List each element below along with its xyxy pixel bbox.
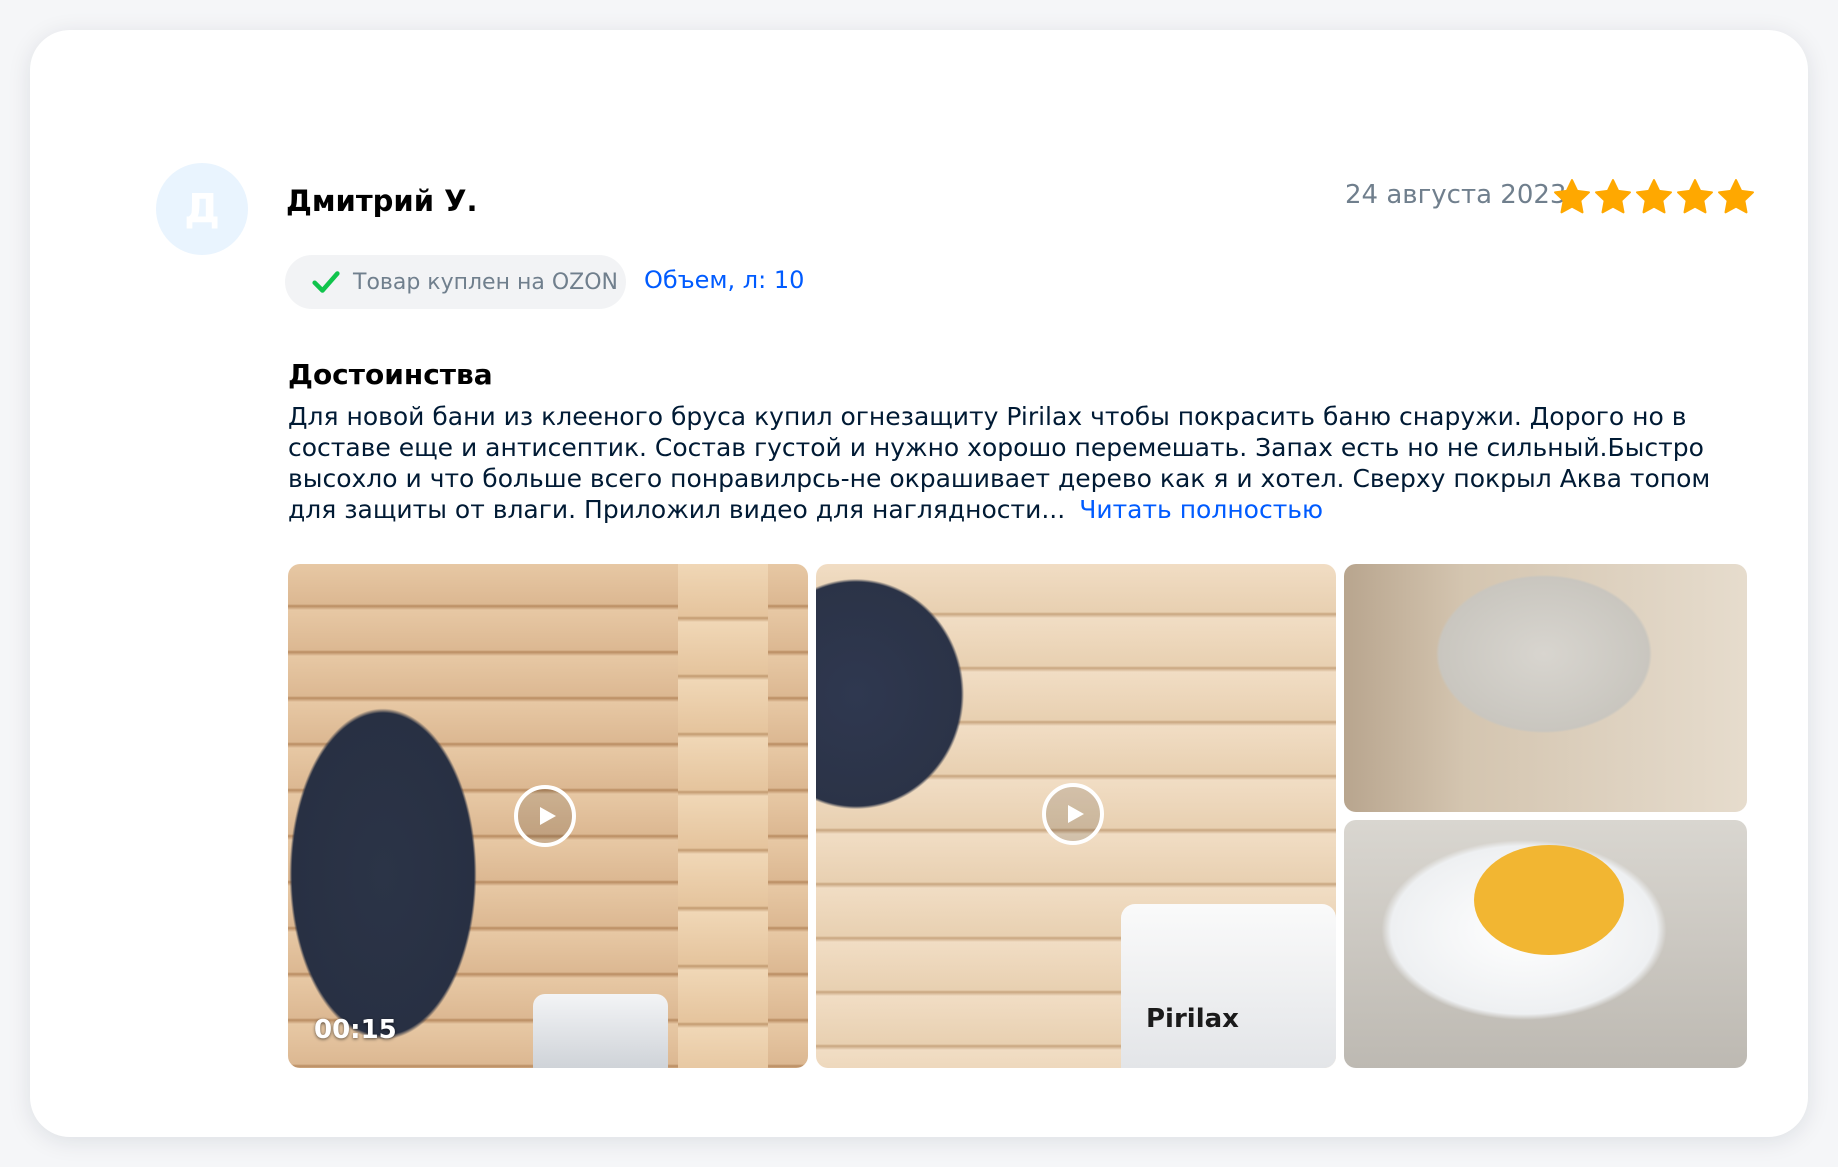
play-icon[interactable]: [514, 785, 576, 847]
purchased-label: Товар куплен на OZON: [353, 269, 618, 295]
section-title-pros: Достоинства: [288, 358, 493, 391]
review-date: 24 августа 2023: [1345, 180, 1567, 210]
video-thumbnail-1[interactable]: 00:15: [288, 564, 808, 1068]
review-card: Д Дмитрий У. 24 августа 2023 Товар купле…: [30, 30, 1808, 1137]
avatar: Д: [156, 163, 248, 255]
star-icon: [1554, 179, 1590, 214]
review-text: Для новой бани из клееного бруса купил о…: [288, 401, 1763, 525]
product-sticker: [1474, 845, 1624, 955]
author-name[interactable]: Дмитрий У.: [286, 184, 478, 218]
video-thumbnail-2[interactable]: Pirilax: [816, 564, 1336, 1068]
star-icon: [1718, 179, 1754, 214]
bucket-label: Pirilax: [1146, 1004, 1239, 1034]
wood-post: [678, 564, 768, 1068]
paint-bucket: [1121, 904, 1336, 1068]
paint-bucket: [533, 994, 668, 1068]
variant-link[interactable]: Объем, л: 10: [644, 266, 804, 294]
photo-thumbnail-bucket[interactable]: [1344, 820, 1747, 1068]
video-duration: 00:15: [314, 1015, 397, 1045]
star-icon: [1595, 179, 1631, 214]
photo-thumbnail-roll[interactable]: [1344, 564, 1747, 812]
star-icon: [1677, 179, 1713, 214]
star-icon: [1636, 179, 1672, 214]
read-more-link[interactable]: Читать полностью: [1079, 495, 1323, 524]
checkmark-icon: [312, 271, 340, 293]
purchased-badge: Товар куплен на OZON: [285, 255, 626, 309]
play-icon[interactable]: [1042, 783, 1104, 845]
rating-stars: [1552, 177, 1756, 217]
review-body: Для новой бани из клееного бруса купил о…: [288, 402, 1711, 524]
